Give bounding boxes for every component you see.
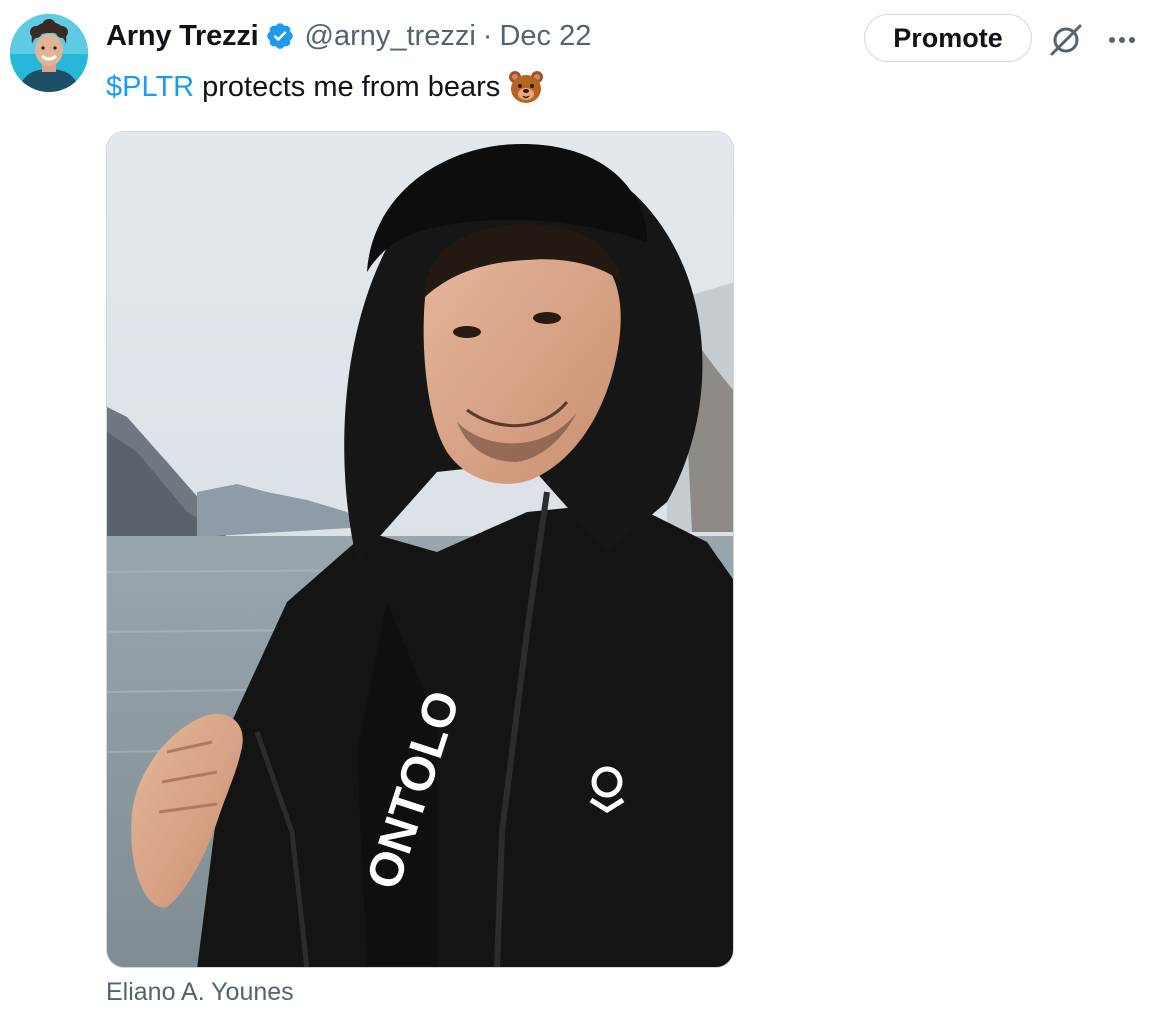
photo-credit[interactable]: Eliano A. Younes [106, 978, 294, 1007]
tweet-text: $PLTR protects me from bears [106, 68, 544, 106]
bear-face-icon [508, 69, 544, 105]
tweet-body: protects me from bears [202, 71, 501, 103]
tweet-date[interactable]: Dec 22 [499, 20, 591, 53]
verified-badge-icon[interactable] [265, 21, 295, 51]
more-options-icon[interactable] [1102, 20, 1142, 60]
promote-button[interactable]: Promote [864, 14, 1032, 62]
tweet-header: Arny Trezzi @arny_trezzi · Dec 22 [106, 14, 591, 58]
tweet-photo[interactable]: ONTOLO [106, 131, 734, 968]
grok-icon[interactable] [1046, 20, 1086, 60]
author-handle[interactable]: @arny_trezzi [305, 20, 476, 53]
avatar[interactable] [10, 14, 88, 92]
author-name[interactable]: Arny Trezzi [106, 20, 259, 53]
cashtag-link[interactable]: $PLTR [106, 68, 194, 106]
separator-dot: · [482, 19, 493, 52]
tweet-card: Arny Trezzi @arny_trezzi · Dec 22 Promot… [0, 0, 1162, 1022]
